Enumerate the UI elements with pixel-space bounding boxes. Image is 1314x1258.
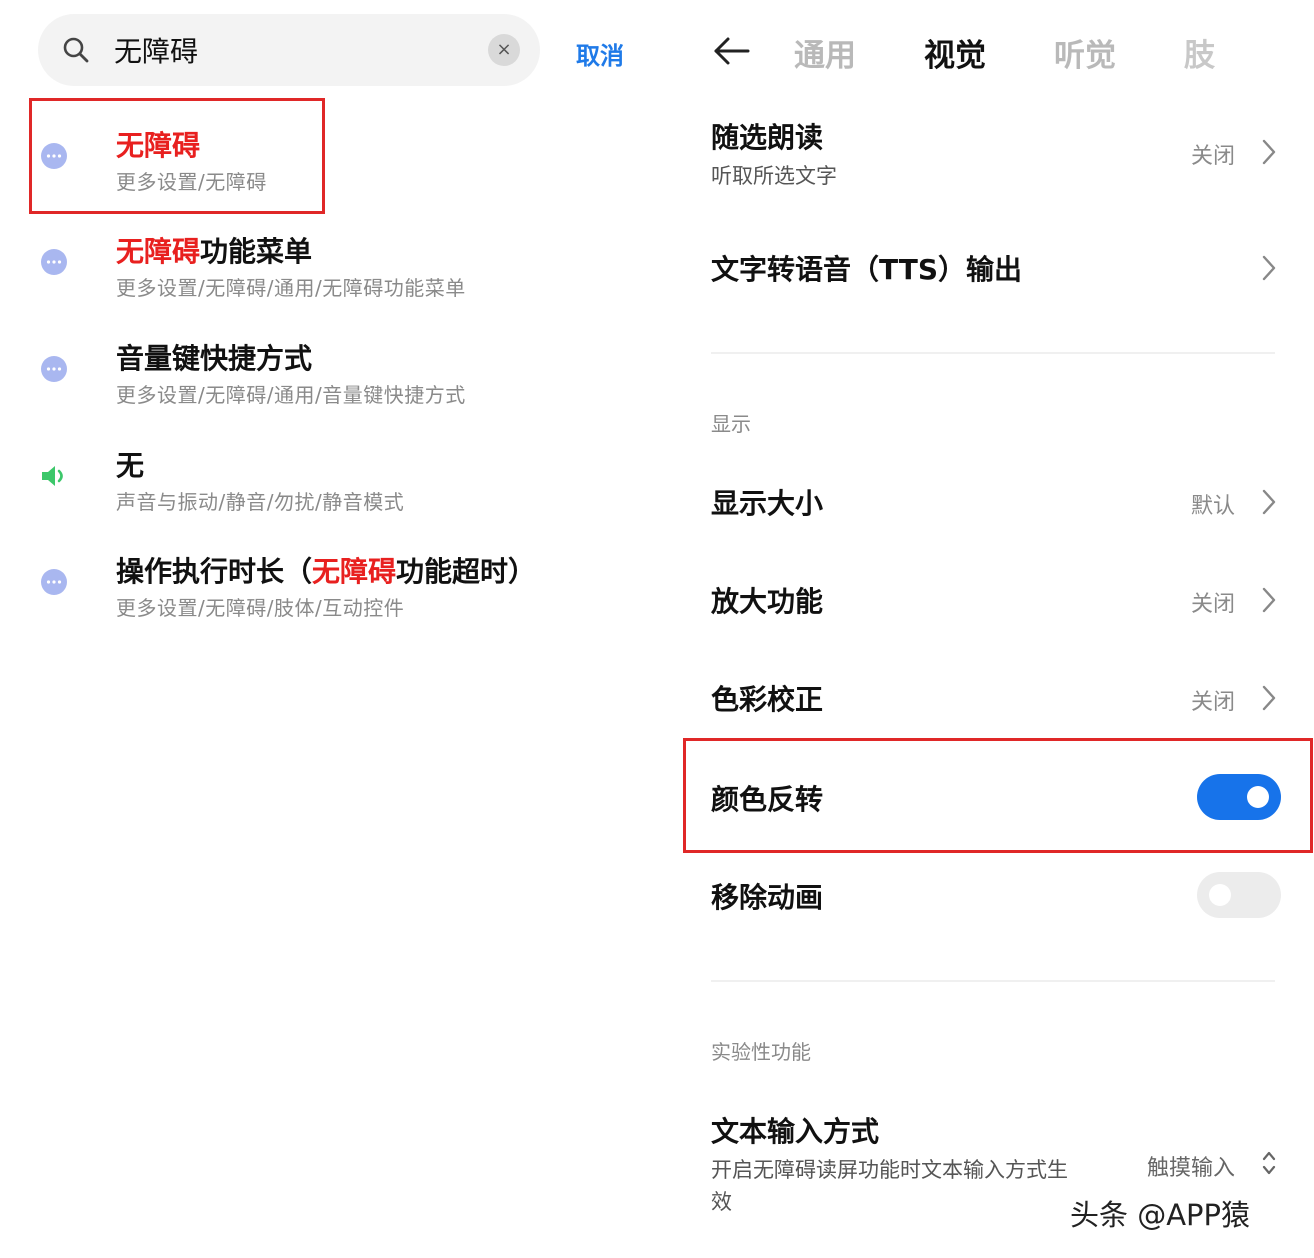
result-title: 音量键快捷方式 — [116, 337, 312, 377]
search-results-pane: × 取消 无障碍 更多设置/无障碍 无障碍功能菜单 更多设置/无障碍/通用/无障… — [0, 0, 650, 1258]
watermark: 头条 @APP猿 — [1070, 1198, 1251, 1232]
accessibility-settings-pane: 通用 视觉 听觉 肢 随选朗读 听取所选文字 关闭 文字转语音（TTS）输出 显… — [660, 0, 1314, 1258]
setting-title: 文字转语音（TTS）输出 — [711, 253, 1023, 286]
annotation-highlight-box — [683, 738, 1313, 853]
setting-tts-output[interactable]: 文字转语音（TTS）输出 — [711, 248, 1281, 292]
chevron-up-down-icon — [1262, 1151, 1276, 1175]
tab-vision[interactable]: 视觉 — [924, 30, 986, 75]
setting-title: 显示大小 — [711, 487, 824, 520]
setting-magnification[interactable]: 放大功能 关闭 — [711, 580, 1281, 624]
section-header-display: 显示 — [711, 412, 751, 436]
setting-title: 放大功能 — [711, 585, 824, 618]
title-text: 无 — [116, 449, 145, 482]
chevron-right-icon — [1262, 489, 1276, 515]
setting-subtitle: 听取所选文字 — [711, 164, 837, 188]
clear-search-button[interactable]: × — [488, 34, 520, 66]
setting-value: 关闭 — [1190, 592, 1235, 617]
result-path: 更多设置/无障碍/通用/无障碍功能菜单 — [116, 276, 466, 300]
title-text: 功能超时） — [396, 555, 537, 588]
section-divider — [711, 352, 1275, 354]
setting-title: 随选朗读 — [711, 121, 824, 154]
search-input[interactable] — [114, 28, 474, 72]
annotation-highlight-box — [29, 98, 325, 214]
result-path: 声音与振动/静音/勿扰/静音模式 — [116, 490, 405, 514]
setting-remove-animations[interactable]: 移除动画 — [711, 872, 1281, 918]
more-dots-icon — [41, 249, 67, 275]
highlighted-match: 无障碍 — [116, 235, 201, 268]
tab-general[interactable]: 通用 — [794, 30, 856, 75]
back-arrow-icon[interactable] — [712, 34, 752, 68]
setting-title: 移除动画 — [711, 881, 824, 914]
chevron-right-icon — [1262, 139, 1276, 165]
setting-subtitle-cont: 效 — [711, 1190, 732, 1214]
result-title: 无 — [116, 444, 144, 484]
remove-animations-toggle[interactable] — [1197, 872, 1281, 918]
more-dots-icon — [41, 356, 67, 382]
tab-hearing[interactable]: 听觉 — [1054, 30, 1116, 75]
setting-color-correction[interactable]: 色彩校正 关闭 — [711, 678, 1281, 722]
setting-title: 色彩校正 — [711, 683, 824, 716]
setting-subtitle: 开启无障碍读屏功能时文本输入方式生 — [711, 1158, 1068, 1182]
result-title: 无障碍功能菜单 — [116, 230, 312, 270]
search-icon — [63, 37, 89, 63]
setting-value: 关闭 — [1190, 690, 1235, 715]
title-text: 音量键快捷方式 — [116, 342, 313, 375]
more-dots-icon — [41, 569, 67, 595]
search-result-item[interactable]: 无 声音与振动/静音/勿扰/静音模式 — [0, 422, 650, 522]
setting-value: 默认 — [1190, 494, 1235, 519]
chevron-right-icon — [1262, 587, 1276, 613]
result-path: 更多设置/无障碍/肢体/互动控件 — [116, 596, 405, 620]
result-path: 更多设置/无障碍/通用/音量键快捷方式 — [116, 383, 466, 407]
search-bar[interactable]: × — [38, 14, 540, 86]
setting-value: 触摸输入 — [1146, 1156, 1235, 1181]
highlighted-match: 无障碍 — [312, 555, 397, 588]
title-text: 功能菜单 — [200, 235, 313, 268]
toggle-knob — [1209, 884, 1231, 906]
section-header-experimental: 实验性功能 — [711, 1040, 811, 1064]
title-text: 操作执行时长（ — [116, 555, 313, 588]
chevron-right-icon — [1262, 685, 1276, 711]
search-result-item[interactable]: 音量键快捷方式 更多设置/无障碍/通用/音量键快捷方式 — [0, 315, 650, 415]
result-title: 操作执行时长（无障碍功能超时） — [116, 550, 536, 590]
chevron-right-icon — [1262, 255, 1276, 281]
setting-value: 关闭 — [1190, 144, 1235, 169]
cancel-button[interactable]: 取消 — [576, 36, 624, 71]
tab-physical[interactable]: 肢 — [1184, 30, 1215, 75]
search-result-item[interactable]: 操作执行时长（无障碍功能超时） 更多设置/无障碍/肢体/互动控件 — [0, 528, 650, 628]
setting-display-size[interactable]: 显示大小 默认 — [711, 482, 1281, 526]
section-divider — [711, 980, 1275, 982]
setting-select-to-speak[interactable]: 随选朗读 听取所选文字 关闭 — [711, 116, 1281, 192]
setting-title: 文本输入方式 — [711, 1115, 880, 1148]
speaker-icon — [42, 466, 63, 486]
search-result-item[interactable]: 无障碍功能菜单 更多设置/无障碍/通用/无障碍功能菜单 — [0, 208, 650, 308]
